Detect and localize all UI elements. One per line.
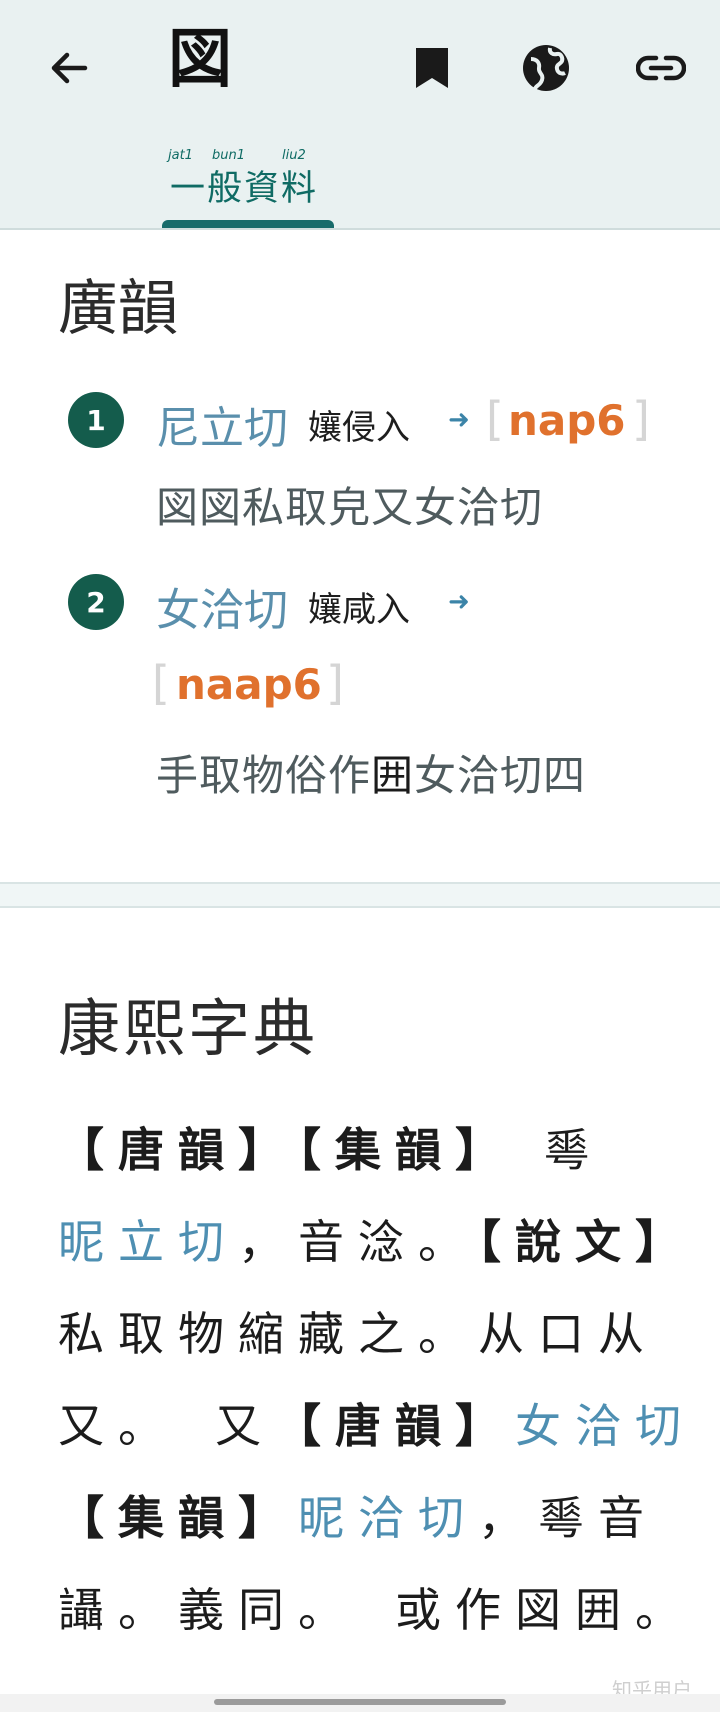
section-divider bbox=[0, 882, 720, 908]
kangxi-text-line: 【集韻】昵洽切，𠌶音 bbox=[58, 1482, 662, 1548]
entry-number-badge: 1 bbox=[68, 392, 124, 448]
back-arrow-icon[interactable] bbox=[24, 22, 114, 114]
fanqie-link[interactable]: 女洽切 bbox=[515, 1399, 695, 1453]
globe-icon[interactable] bbox=[501, 22, 591, 114]
tab-general-info[interactable]: jat1 bun1 liu2 一般資料 bbox=[162, 138, 334, 228]
section-title-guangyun: 廣韻 bbox=[58, 274, 178, 344]
variant-character: 囲 bbox=[371, 751, 415, 800]
fanqie-link[interactable]: 昵立切 bbox=[58, 1215, 238, 1269]
kangxi-text-line: 私取物縮藏之。从口从 bbox=[58, 1307, 658, 1361]
entry-gloss: 図図私取皃又女洽切 bbox=[156, 483, 544, 532]
source-label: 【集韻】 bbox=[58, 1491, 298, 1545]
entry-number-badge: 2 bbox=[68, 574, 124, 630]
open-bracket: [ bbox=[486, 392, 504, 446]
kangxi-text: ，𠌶音 bbox=[478, 1491, 658, 1545]
arrow-icon: ➜ bbox=[448, 405, 470, 435]
kangxi-text-line: 昵立切，音淰。【說文】 bbox=[58, 1206, 681, 1272]
page-title: 図 bbox=[168, 23, 232, 97]
initial-rhyme-tone: 孃侵入 bbox=[308, 408, 410, 448]
entry-gloss: 手取物俗作囲女洽切四 bbox=[156, 742, 586, 803]
bookmark-icon[interactable] bbox=[387, 22, 477, 114]
source-label: 【唐韻】【集韻】 bbox=[58, 1123, 515, 1177]
kangxi-text: 又。 又 bbox=[58, 1399, 275, 1453]
app-header: 図 jat1 bun1 liu2 一般資料 bbox=[0, 0, 720, 230]
close-bracket: ] bbox=[632, 392, 650, 446]
kangxi-text-line: 【唐韻】【集韻】 𠌶 bbox=[58, 1114, 662, 1180]
gloss-text: 手取物俗作 bbox=[156, 751, 372, 800]
close-bracket: ] bbox=[326, 656, 344, 710]
jyutping-reading[interactable]: naap6 bbox=[176, 660, 322, 709]
kangxi-text: 𠌶 bbox=[543, 1123, 604, 1177]
home-indicator[interactable] bbox=[214, 1699, 506, 1705]
initial-rhyme-tone: 孃咸入 bbox=[308, 590, 410, 630]
kangxi-text: ，音淰。 bbox=[238, 1215, 478, 1269]
source-label: 【說文】 bbox=[478, 1215, 695, 1269]
link-icon[interactable] bbox=[616, 22, 706, 114]
fanqie-link[interactable]: 女洽切 bbox=[156, 574, 288, 638]
fanqie-link[interactable]: 昵洽切 bbox=[298, 1491, 478, 1545]
section-title-kangxi: 康熙字典 bbox=[58, 992, 319, 1065]
active-tab-indicator bbox=[162, 220, 334, 228]
gloss-text: 女洽切四 bbox=[414, 751, 587, 800]
open-bracket: [ bbox=[152, 656, 170, 710]
source-label: 【唐韻】 bbox=[275, 1399, 515, 1453]
fanqie-link[interactable]: 尼立切 bbox=[156, 392, 288, 456]
jyutping-reading[interactable]: nap6 bbox=[508, 396, 626, 445]
arrow-icon: ➜ bbox=[448, 587, 470, 617]
tab-label: 一般資料 bbox=[170, 169, 319, 209]
kangxi-text-line: 又。 又【唐韻】女洽切 bbox=[58, 1390, 681, 1456]
kangxi-text-line: 讘。義同。 或作図囲。 bbox=[58, 1583, 695, 1637]
